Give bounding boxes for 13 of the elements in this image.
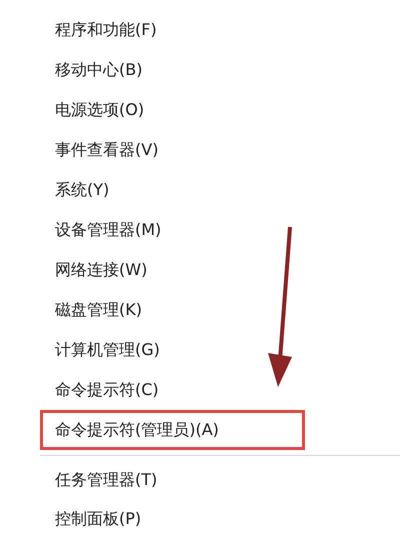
menu-item[interactable]: 网络连接(W) [40,250,305,290]
menu-item[interactable]: 程序和功能(F) [40,10,305,50]
menu-item[interactable]: 控制面板(P) [40,500,305,539]
menu-item[interactable]: 系统(Y) [40,170,305,210]
menu-item[interactable]: 磁盘管理(K) [40,290,305,330]
menu-item[interactable]: 任务管理器(T) [40,461,305,500]
menu-item[interactable]: 计算机管理(G) [40,330,305,370]
menu-item[interactable]: 命令提示符(管理员)(A) [40,410,305,450]
menu-item[interactable]: 移动中心(B) [40,50,305,90]
menu-item[interactable]: 事件查看器(V) [40,130,305,170]
menu-item[interactable]: 命令提示符(C) [40,370,305,410]
menu-item[interactable]: 电源选项(O) [40,90,305,130]
menu-item[interactable]: 设备管理器(M) [40,210,305,250]
